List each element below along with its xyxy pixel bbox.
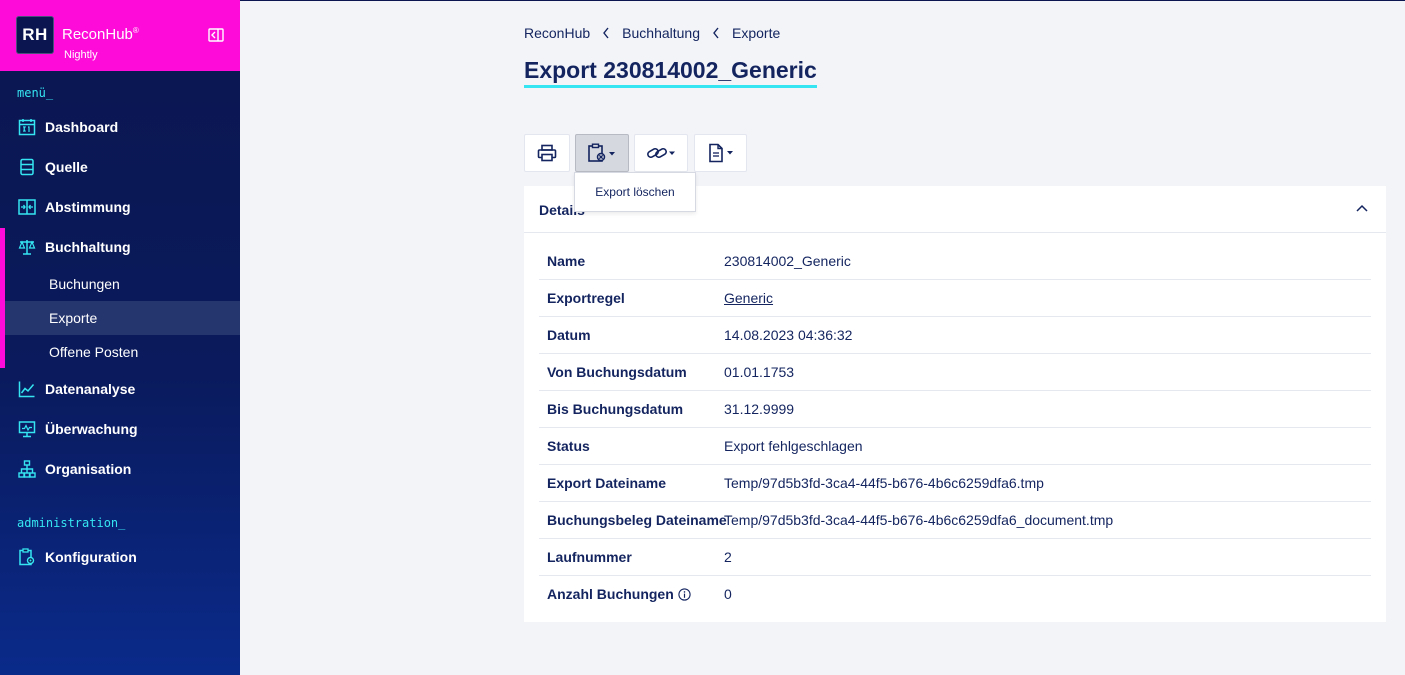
print-icon — [537, 144, 557, 162]
detail-value: Export fehlgeschlagen — [724, 438, 863, 454]
details-row-datum: Datum 14.08.2023 04:36:32 — [539, 317, 1371, 354]
nav-label-datenanalyse: Datenanalyse — [45, 381, 136, 397]
info-icon[interactable] — [678, 587, 691, 601]
nav-item-organisation[interactable]: Organisation — [0, 452, 240, 486]
scale-icon — [18, 240, 36, 255]
clipboard-delete-icon — [588, 143, 615, 162]
detail-key: Anzahl Buchungen — [547, 586, 674, 602]
delete-export-menu-item[interactable]: Export löschen — [574, 172, 696, 212]
nav-label-dashboard: Dashboard — [45, 119, 119, 135]
breadcrumb-item-reconhub[interactable]: ReconHub — [524, 25, 590, 41]
brand-environment: Nightly — [64, 49, 98, 61]
print-button[interactable] — [524, 134, 570, 172]
detail-key: Buchungsbeleg Dateiname — [547, 512, 727, 528]
section-label-menu: menü_ — [17, 86, 54, 100]
brand-trademark: ® — [132, 26, 139, 35]
monitor-icon — [18, 421, 36, 438]
nav-label-abstimmung: Abstimmung — [45, 199, 131, 215]
nav-item-dashboard[interactable]: Dashboard — [0, 110, 240, 144]
nav-item-datenanalyse[interactable]: Datenanalyse — [0, 372, 240, 406]
app-logo[interactable]: RH — [16, 16, 54, 54]
detail-key: Von Buchungsdatum — [547, 364, 687, 380]
nav-item-buchhaltung[interactable]: Buchhaltung — [0, 230, 240, 264]
nav-label-buchhaltung: Buchhaltung — [45, 239, 131, 255]
delete-export-label: Export löschen — [595, 185, 675, 199]
details-row-von-buchungsdatum: Von Buchungsdatum 01.01.1753 — [539, 354, 1371, 391]
sidebar: RH ReconHub® Nightly menü_ Dashboard Que… — [0, 0, 240, 675]
nav-sublabel-offene-posten: Offene Posten — [49, 344, 139, 360]
detail-key: Status — [547, 438, 590, 454]
detail-value: 01.01.1753 — [724, 364, 795, 380]
brand-name: ReconHub® — [62, 26, 139, 43]
compare-icon — [18, 199, 36, 215]
chevron-left-icon — [713, 27, 719, 39]
document-menu-button[interactable] — [694, 134, 747, 172]
nav-item-ueberwachung[interactable]: Überwachung — [0, 412, 240, 446]
nav-sublabel-buchungen: Buchungen — [49, 276, 120, 292]
detail-key-with-info: Anzahl Buchungen — [547, 586, 691, 602]
link-menu-button[interactable] — [634, 134, 688, 172]
nav-label-ueberwachung: Überwachung — [45, 421, 138, 437]
brand-header: RH ReconHub® Nightly — [0, 0, 240, 71]
breadcrumb: ReconHub Buchhaltung Exporte — [524, 25, 780, 41]
details-card: Details Name 230814002_Generic Exportreg… — [524, 186, 1386, 622]
detail-value: 0 — [724, 586, 732, 602]
details-row-export-dateiname: Export Dateiname Temp/97d5b3fd-3ca4-44f5… — [539, 465, 1371, 502]
detail-value: 230814002_Generic — [724, 253, 851, 269]
collapse-sidebar-icon[interactable] — [208, 28, 224, 42]
details-row-bis-buchungsdatum: Bis Buchungsdatum 31.12.9999 — [539, 391, 1371, 428]
detail-value: Temp/97d5b3fd-3ca4-44f5-b676-4b6c6259dfa… — [724, 512, 1114, 528]
detail-key: Exportregel — [547, 290, 625, 306]
detail-value: 31.12.9999 — [724, 401, 795, 417]
breadcrumb-item-exporte[interactable]: Exporte — [732, 25, 780, 41]
details-row-exportregel: Exportregel Generic — [539, 280, 1371, 317]
chart-line-icon — [18, 381, 35, 398]
details-row-status: Status Export fehlgeschlagen — [539, 428, 1371, 465]
details-row-name: Name 230814002_Generic — [539, 243, 1371, 280]
detail-key: Name — [547, 253, 586, 269]
calendar-icon — [18, 119, 36, 136]
breadcrumb-item-buchhaltung[interactable]: Buchhaltung — [622, 25, 700, 41]
nav-sublabel-exporte: Exporte — [49, 310, 98, 326]
document-icon — [708, 143, 733, 163]
detail-key: Laufnummer — [547, 549, 632, 565]
nav-label-konfiguration: Konfiguration — [45, 549, 137, 565]
detail-value: 2 — [724, 549, 732, 565]
nav-subitem-offene-posten[interactable]: Offene Posten — [5, 335, 240, 369]
org-chart-icon — [18, 460, 36, 478]
exportregel-link[interactable]: Generic — [724, 290, 773, 306]
database-icon — [20, 158, 34, 176]
nav-label-organisation: Organisation — [45, 461, 132, 477]
section-label-administration: administration_ — [17, 516, 126, 530]
top-border — [240, 0, 1405, 1]
link-icon — [647, 147, 675, 159]
detail-value: 14.08.2023 04:36:32 — [724, 327, 853, 343]
nav-subitem-exporte[interactable]: Exporte — [5, 301, 240, 335]
details-row-buchungsbeleg-dateiname: Buchungsbeleg Dateiname Temp/97d5b3fd-3c… — [539, 502, 1371, 539]
details-row-laufnummer: Laufnummer 2 — [539, 539, 1371, 576]
brand-name-text: ReconHub — [62, 26, 133, 43]
chevron-left-icon — [603, 27, 609, 39]
details-row-anzahl-buchungen: Anzahl Buchungen 0 — [539, 576, 1371, 613]
nav-subitem-buchungen[interactable]: Buchungen — [5, 267, 240, 301]
nav-item-abstimmung[interactable]: Abstimmung — [0, 190, 240, 224]
detail-key: Bis Buchungsdatum — [547, 401, 684, 417]
nav-label-quelle: Quelle — [45, 159, 88, 175]
nav-item-konfiguration[interactable]: Konfiguration — [0, 540, 240, 574]
settings-clipboard-icon — [19, 548, 35, 566]
page-title: Export 230814002_Generic — [524, 56, 817, 88]
nav-item-quelle[interactable]: Quelle — [0, 150, 240, 184]
detail-key: Datum — [547, 327, 591, 343]
detail-key: Export Dateiname — [547, 475, 667, 491]
delete-menu-button[interactable] — [575, 134, 629, 172]
chevron-up-icon[interactable] — [1355, 203, 1369, 213]
detail-value: Temp/97d5b3fd-3ca4-44f5-b676-4b6c6259dfa… — [724, 475, 1044, 491]
